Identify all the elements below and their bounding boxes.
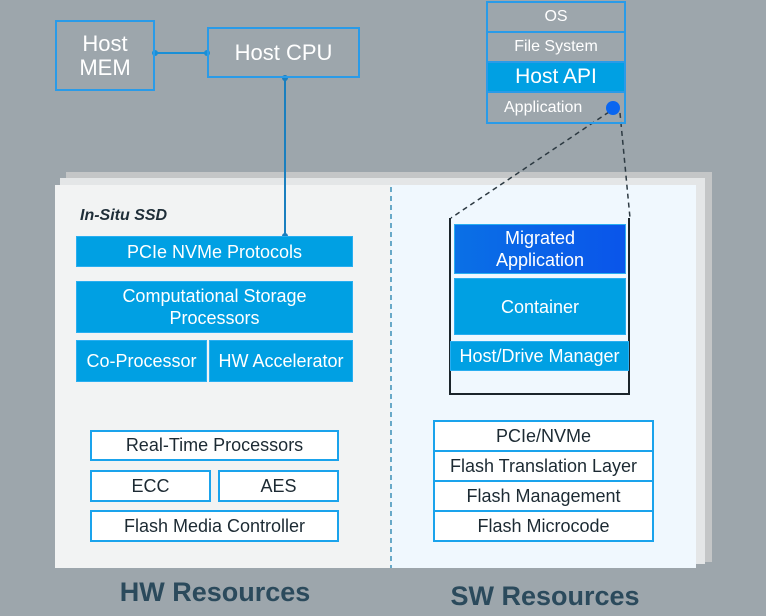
container: Container (454, 278, 626, 335)
host-stack-application: Application (486, 91, 626, 124)
hw-accelerator: HW Accelerator (209, 340, 353, 382)
host-stack-host-api: Host API (486, 61, 626, 93)
migrated-application: Migrated Application (454, 224, 626, 274)
host-mem-box: Host MEM (55, 20, 155, 91)
host-cpu-box: Host CPU (207, 27, 360, 78)
sw-resources-label: SW Resources (450, 580, 640, 611)
host-drive-manager: Host/Drive Manager (450, 341, 629, 371)
sw-stack-flash-management: Flash Management (433, 480, 654, 512)
host-stack-file-system: File System (486, 31, 626, 63)
application-dot-icon (606, 101, 620, 115)
real-time-processors: Real-Time Processors (90, 430, 339, 461)
computational-storage-processors: Computational Storage Processors (76, 281, 353, 333)
sw-stack-flash-microcode: Flash Microcode (433, 510, 654, 542)
co-processor: Co-Processor (76, 340, 207, 382)
hw-resources-label: HW Resources (119, 576, 311, 607)
sw-stack-ftl: Flash Translation Layer (433, 450, 654, 482)
sw-stack-pcie-nvme: PCIe/NVMe (433, 420, 654, 452)
aes: AES (218, 470, 339, 502)
ssd-title: In-Situ SSD (80, 207, 168, 224)
flash-media-controller: Flash Media Controller (90, 510, 339, 542)
host-stack-os: OS (486, 1, 626, 33)
ecc: ECC (90, 470, 211, 502)
pcie-nvme-protocols: PCIe NVMe Protocols (76, 236, 353, 267)
